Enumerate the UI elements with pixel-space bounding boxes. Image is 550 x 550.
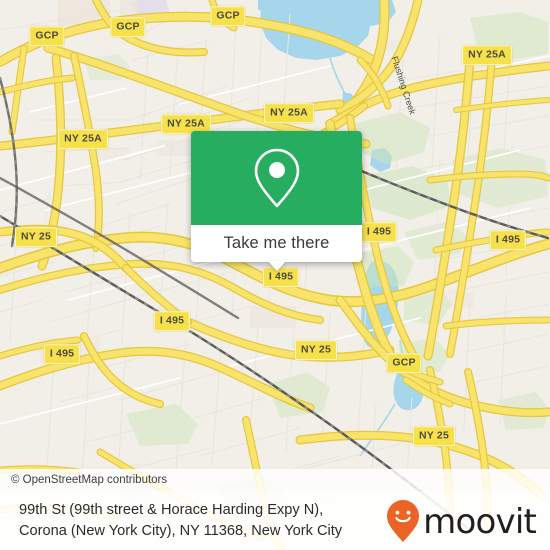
road-shield: GCP (29, 26, 65, 46)
callout-pointer-tail (267, 261, 286, 271)
road-shield: NY 25A (58, 129, 108, 149)
map-attribution-bar: © OpenStreetMap contributors (0, 469, 550, 491)
address-line-1: 99th St (99th street & Horace Harding Ex… (19, 501, 324, 518)
road-shield: I 495 (43, 344, 81, 364)
road-shield: I 495 (360, 222, 398, 242)
callout-header (191, 131, 362, 225)
road-shield: GCP (210, 6, 246, 26)
moovit-map-screenshot: .water { fill:#a5d6ec; } .park { fill:#c… (0, 0, 550, 550)
road-shield: I 495 (489, 230, 527, 250)
take-me-there-label: Take me there (223, 234, 330, 252)
road-shield: NY 25A (264, 103, 314, 123)
road-shield: GCP (386, 353, 422, 373)
road-shield: NY 25 (295, 340, 337, 360)
map-callout-popup[interactable]: Take me there (191, 131, 362, 271)
road-shield: I 495 (153, 311, 191, 331)
road-shield: GCP (110, 17, 146, 37)
road-shield: NY 25A (462, 45, 512, 65)
address-line-2: Corona (New York City), NY 11368, New Yo… (19, 522, 343, 539)
attribution-text: © OpenStreetMap contributors (11, 474, 168, 486)
moovit-wordmark: moovit (423, 501, 537, 542)
footer-bar: 99th St (99th street & Horace Harding Ex… (0, 491, 550, 550)
map-pin-smiley-icon (387, 499, 420, 542)
address-block: 99th St (99th street & Horace Harding Ex… (0, 500, 342, 541)
location-pin-icon (254, 148, 299, 208)
road-shield: NY 25 (413, 426, 455, 446)
callout-action-bar[interactable]: Take me there (191, 225, 362, 271)
map-canvas[interactable]: .water { fill:#a5d6ec; } .park { fill:#c… (0, 0, 550, 550)
road-shield: NY 25 (15, 227, 57, 247)
moovit-logo[interactable]: moovit (386, 499, 550, 543)
